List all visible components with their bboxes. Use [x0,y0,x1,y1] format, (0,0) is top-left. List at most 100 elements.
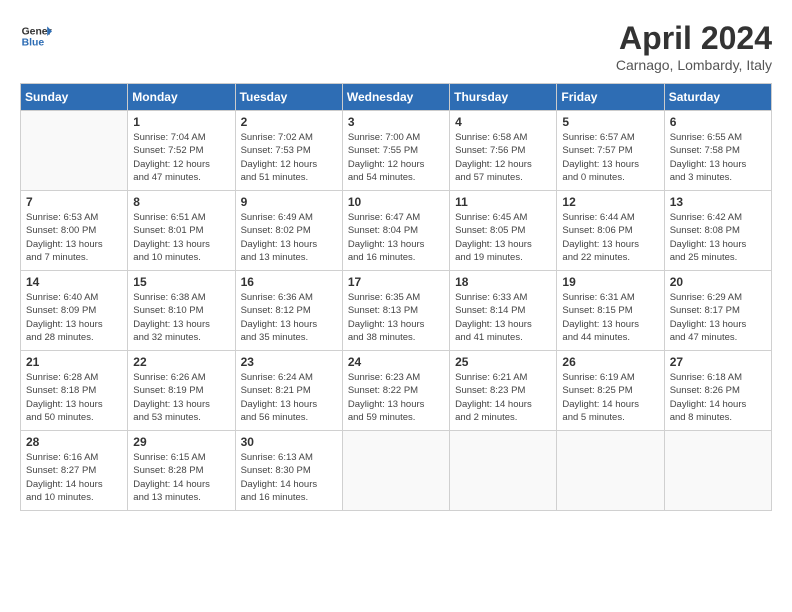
header: General Blue April 2024 Carnago, Lombard… [20,20,772,73]
calendar-cell: 1 Sunrise: 7:04 AM Sunset: 7:52 PM Daylig… [128,111,235,191]
day-number: 6 [670,115,766,129]
day-info: Sunrise: 6:28 AM Sunset: 8:18 PM Dayligh… [26,371,122,424]
calendar-cell: 18 Sunrise: 6:33 AM Sunset: 8:14 PM Dayli… [450,271,557,351]
day-info: Sunrise: 6:13 AM Sunset: 8:30 PM Dayligh… [241,451,337,504]
week-row-5: 28Sunrise: 6:16 AM Sunset: 8:27 PM Dayli… [21,431,772,511]
day-info: Sunrise: 6:23 AM Sunset: 8:22 PM Dayligh… [348,371,444,424]
day-info: Sunrise: 6:21 AM Sunset: 8:23 PM Dayligh… [455,371,551,424]
calendar-cell: 8 Sunrise: 6:51 AM Sunset: 8:01 PM Daylig… [128,191,235,271]
day-number: 16 [241,275,337,289]
week-row-4: 21 Sunrise: 6:28 AM Sunset: 8:18 PM Dayli… [21,351,772,431]
day-info: Sunrise: 6:45 AM Sunset: 8:05 PM Dayligh… [455,211,551,264]
calendar-cell: 27 Sunrise: 6:18 AM Sunset: 8:26 PM Dayli… [664,351,771,431]
day-info: Sunrise: 6:57 AM Sunset: 7:57 PM Dayligh… [562,131,658,184]
calendar-cell: 7Sunrise: 6:53 AM Sunset: 8:00 PM Daylig… [21,191,128,271]
day-number: 14 [26,275,122,289]
day-info: Sunrise: 6:36 AM Sunset: 8:12 PM Dayligh… [241,291,337,344]
day-info: Sunrise: 6:38 AM Sunset: 8:10 PM Dayligh… [133,291,229,344]
day-number: 1 [133,115,229,129]
calendar-cell: 16 Sunrise: 6:36 AM Sunset: 8:12 PM Dayli… [235,271,342,351]
calendar-header-row: SundayMondayTuesdayWednesdayThursdayFrid… [21,84,772,111]
header-sunday: Sunday [21,84,128,111]
calendar-cell: 4 Sunrise: 6:58 AM Sunset: 7:56 PM Daylig… [450,111,557,191]
day-info: Sunrise: 6:24 AM Sunset: 8:21 PM Dayligh… [241,371,337,424]
calendar-cell: 28Sunrise: 6:16 AM Sunset: 8:27 PM Dayli… [21,431,128,511]
day-info: Sunrise: 6:53 AM Sunset: 8:00 PM Dayligh… [26,211,122,264]
calendar-cell: 2Sunrise: 7:02 AM Sunset: 7:53 PM Daylig… [235,111,342,191]
day-info: Sunrise: 6:49 AM Sunset: 8:02 PM Dayligh… [241,211,337,264]
week-row-1: 1 Sunrise: 7:04 AM Sunset: 7:52 PM Daylig… [21,111,772,191]
day-number: 4 [455,115,551,129]
calendar-cell: 19 Sunrise: 6:31 AM Sunset: 8:15 PM Dayli… [557,271,664,351]
calendar-cell [557,431,664,511]
calendar-cell: 13 Sunrise: 6:42 AM Sunset: 8:08 PM Dayli… [664,191,771,271]
day-info: Sunrise: 6:29 AM Sunset: 8:17 PM Dayligh… [670,291,766,344]
day-info: Sunrise: 7:00 AM Sunset: 7:55 PM Dayligh… [348,131,444,184]
header-saturday: Saturday [664,84,771,111]
day-number: 3 [348,115,444,129]
calendar-cell: 9 Sunrise: 6:49 AM Sunset: 8:02 PM Daylig… [235,191,342,271]
day-info: Sunrise: 6:40 AM Sunset: 8:09 PM Dayligh… [26,291,122,344]
day-number: 8 [133,195,229,209]
svg-text:Blue: Blue [22,38,45,49]
calendar-table: SundayMondayTuesdayWednesdayThursdayFrid… [20,83,772,511]
day-number: 20 [670,275,766,289]
calendar-cell [450,431,557,511]
day-number: 28 [26,435,122,449]
calendar-cell: 6 Sunrise: 6:55 AM Sunset: 7:58 PM Daylig… [664,111,771,191]
calendar-cell: 26Sunrise: 6:19 AM Sunset: 8:25 PM Dayli… [557,351,664,431]
day-number: 21 [26,355,122,369]
calendar-cell: 5 Sunrise: 6:57 AM Sunset: 7:57 PM Daylig… [557,111,664,191]
calendar-cell: 12 Sunrise: 6:44 AM Sunset: 8:06 PM Dayli… [557,191,664,271]
week-row-3: 14 Sunrise: 6:40 AM Sunset: 8:09 PM Dayli… [21,271,772,351]
calendar-cell: 30 Sunrise: 6:13 AM Sunset: 8:30 PM Dayli… [235,431,342,511]
day-info: Sunrise: 7:04 AM Sunset: 7:52 PM Dayligh… [133,131,229,184]
day-info: Sunrise: 6:15 AM Sunset: 8:28 PM Dayligh… [133,451,229,504]
calendar-cell: 24 Sunrise: 6:23 AM Sunset: 8:22 PM Dayli… [342,351,449,431]
week-row-2: 7Sunrise: 6:53 AM Sunset: 8:00 PM Daylig… [21,191,772,271]
header-wednesday: Wednesday [342,84,449,111]
day-number: 24 [348,355,444,369]
day-number: 10 [348,195,444,209]
day-number: 27 [670,355,766,369]
calendar-cell: 21 Sunrise: 6:28 AM Sunset: 8:18 PM Dayli… [21,351,128,431]
logo: General Blue [20,20,52,52]
day-number: 12 [562,195,658,209]
day-info: Sunrise: 6:58 AM Sunset: 7:56 PM Dayligh… [455,131,551,184]
day-info: Sunrise: 6:33 AM Sunset: 8:14 PM Dayligh… [455,291,551,344]
day-info: Sunrise: 6:26 AM Sunset: 8:19 PM Dayligh… [133,371,229,424]
day-number: 11 [455,195,551,209]
calendar-cell: 29 Sunrise: 6:15 AM Sunset: 8:28 PM Dayli… [128,431,235,511]
calendar-cell: 25Sunrise: 6:21 AM Sunset: 8:23 PM Dayli… [450,351,557,431]
day-number: 9 [241,195,337,209]
calendar-cell: 3 Sunrise: 7:00 AM Sunset: 7:55 PM Daylig… [342,111,449,191]
day-info: Sunrise: 6:18 AM Sunset: 8:26 PM Dayligh… [670,371,766,424]
day-number: 30 [241,435,337,449]
day-info: Sunrise: 6:44 AM Sunset: 8:06 PM Dayligh… [562,211,658,264]
day-number: 19 [562,275,658,289]
day-info: Sunrise: 6:55 AM Sunset: 7:58 PM Dayligh… [670,131,766,184]
calendar-cell: 11 Sunrise: 6:45 AM Sunset: 8:05 PM Dayli… [450,191,557,271]
day-info: Sunrise: 6:47 AM Sunset: 8:04 PM Dayligh… [348,211,444,264]
day-info: Sunrise: 6:31 AM Sunset: 8:15 PM Dayligh… [562,291,658,344]
location-subtitle: Carnago, Lombardy, Italy [616,57,772,73]
header-friday: Friday [557,84,664,111]
day-info: Sunrise: 6:51 AM Sunset: 8:01 PM Dayligh… [133,211,229,264]
month-year-title: April 2024 [616,20,772,57]
calendar-cell: 14 Sunrise: 6:40 AM Sunset: 8:09 PM Dayli… [21,271,128,351]
calendar-cell: 17Sunrise: 6:35 AM Sunset: 8:13 PM Dayli… [342,271,449,351]
calendar-cell [664,431,771,511]
day-number: 22 [133,355,229,369]
day-number: 5 [562,115,658,129]
calendar-cell [342,431,449,511]
calendar-cell [21,111,128,191]
day-info: Sunrise: 7:02 AM Sunset: 7:53 PM Dayligh… [241,131,337,184]
calendar-cell: 20 Sunrise: 6:29 AM Sunset: 8:17 PM Dayli… [664,271,771,351]
header-thursday: Thursday [450,84,557,111]
calendar-cell: 23Sunrise: 6:24 AM Sunset: 8:21 PM Dayli… [235,351,342,431]
day-number: 29 [133,435,229,449]
day-number: 18 [455,275,551,289]
calendar-cell: 15Sunrise: 6:38 AM Sunset: 8:10 PM Dayli… [128,271,235,351]
day-info: Sunrise: 6:42 AM Sunset: 8:08 PM Dayligh… [670,211,766,264]
day-number: 13 [670,195,766,209]
